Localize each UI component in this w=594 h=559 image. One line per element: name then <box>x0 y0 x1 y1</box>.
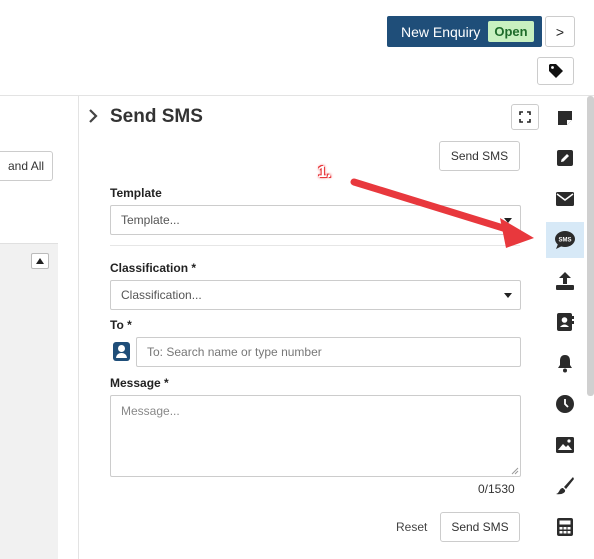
calculator-icon <box>557 518 573 536</box>
message-label: Message * <box>110 376 169 390</box>
rail-item-notes[interactable] <box>546 100 584 136</box>
send-sms-bottom-button[interactable]: Send SMS <box>440 512 520 542</box>
image-icon <box>556 437 574 453</box>
svg-text:SMS: SMS <box>558 238 571 244</box>
annotation-step-label: 1. <box>318 164 332 181</box>
classification-select[interactable]: Classification... <box>110 280 521 310</box>
fullscreen-button[interactable] <box>511 104 539 130</box>
enquiry-status-pill[interactable]: New Enquiry Open <box>387 16 542 47</box>
header-divider <box>0 95 594 96</box>
collapse-chevron-icon[interactable] <box>88 107 98 128</box>
character-count: 0/1530 <box>478 482 515 496</box>
page-scrollbar[interactable] <box>587 96 594 396</box>
address-book-icon[interactable] <box>113 342 130 361</box>
enquiry-label: New Enquiry <box>401 23 481 40</box>
edit-icon <box>557 150 573 166</box>
message-textarea[interactable] <box>110 395 521 477</box>
tag-icon <box>548 64 563 78</box>
to-recipient-input[interactable] <box>136 337 521 367</box>
envelope-icon <box>556 192 574 206</box>
rail-item-email[interactable] <box>546 181 584 217</box>
template-label: Template <box>110 186 162 200</box>
annotation-arrow <box>350 178 534 248</box>
rail-item-notifications[interactable] <box>546 345 584 381</box>
to-label: To * <box>110 318 132 332</box>
rail-item-sms[interactable]: SMS <box>546 222 584 258</box>
panel-divider <box>78 95 79 559</box>
template-selected-value: Template... <box>121 213 180 227</box>
left-list-area <box>0 243 58 559</box>
resize-handle-icon[interactable] <box>509 465 519 475</box>
scroll-up-button[interactable] <box>31 253 49 269</box>
rail-item-contact[interactable] <box>546 304 584 340</box>
sms-panel-header: Send SMS <box>88 106 203 128</box>
sms-icon: SMS <box>555 231 575 249</box>
chevron-down-icon <box>504 293 512 298</box>
classification-label: Classification * <box>110 261 197 275</box>
expand-icon <box>519 111 531 123</box>
status-badge: Open <box>488 21 534 42</box>
upload-icon <box>556 272 574 290</box>
rail-item-calculator[interactable] <box>546 509 584 545</box>
bell-icon <box>558 355 572 373</box>
rail-item-style[interactable] <box>546 468 584 504</box>
rail-item-history[interactable] <box>546 386 584 422</box>
triangle-up-icon <box>36 258 44 264</box>
clock-icon <box>556 395 574 413</box>
reset-button[interactable]: Reset <box>396 520 427 534</box>
rail-item-upload[interactable] <box>546 263 584 299</box>
rail-item-images[interactable] <box>546 427 584 463</box>
contact-card-icon <box>557 313 574 331</box>
classification-selected-value: Classification... <box>121 288 202 302</box>
rail-item-edit[interactable] <box>546 140 584 176</box>
next-button[interactable]: > <box>545 16 575 47</box>
tag-button[interactable] <box>537 57 574 85</box>
brush-icon <box>556 477 574 495</box>
expand-all-button[interactable]: and All <box>0 151 53 181</box>
note-icon <box>558 111 572 125</box>
page-title: Send SMS <box>110 106 203 127</box>
